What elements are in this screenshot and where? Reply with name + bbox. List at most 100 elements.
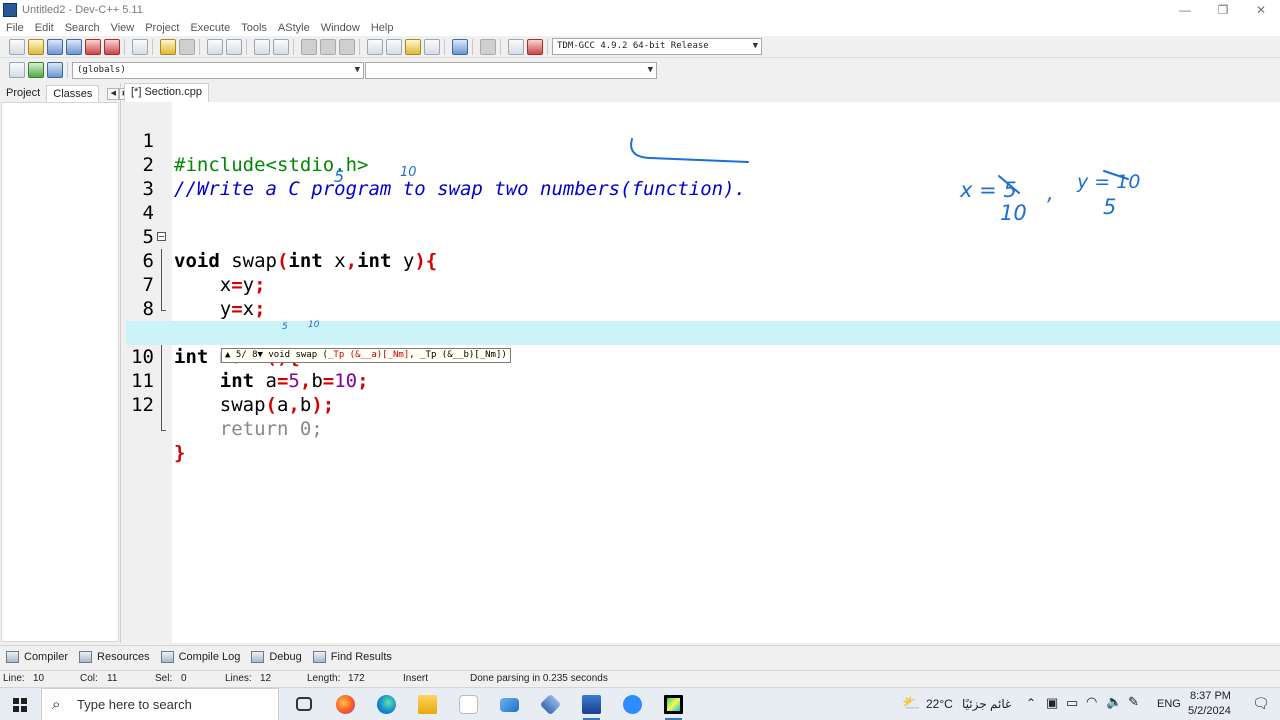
- signature-current-param: _Tp (&__a)[_Nm]: [327, 350, 410, 360]
- triangle-down-icon[interactable]: ▼: [258, 350, 263, 360]
- tab-section-cpp[interactable]: [*] Section.cpp: [124, 83, 209, 102]
- menu-view[interactable]: View: [105, 22, 140, 34]
- task-view-icon[interactable]: [284, 688, 325, 720]
- weather-icon[interactable]: ⛅: [902, 694, 921, 712]
- taskbar-apps: [284, 688, 694, 720]
- pycharm-icon[interactable]: [653, 688, 694, 720]
- clock-time[interactable]: 8:37 PM: [1190, 690, 1231, 702]
- profile-icon[interactable]: [508, 38, 524, 55]
- project-panel-tabs: Project Classes ◀ ▶: [0, 83, 132, 102]
- wifi-icon[interactable]: ◠: [1086, 694, 1097, 710]
- notification-icon[interactable]: 🗨: [1252, 695, 1270, 712]
- speaker-icon[interactable]: 🔈: [1106, 694, 1122, 710]
- toolbar-separator: [444, 38, 445, 55]
- microsoft-store-icon[interactable]: [448, 688, 489, 720]
- file-explorer-icon[interactable]: [407, 688, 448, 720]
- status-lines: 12: [260, 673, 272, 684]
- tab-compiler[interactable]: Compiler: [0, 650, 73, 663]
- pen-icon[interactable]: ✎: [1128, 694, 1139, 710]
- unindent-icon[interactable]: [320, 38, 336, 55]
- project-add-icon[interactable]: [386, 38, 402, 55]
- menu-search[interactable]: Search: [59, 22, 105, 34]
- project-new-icon[interactable]: [367, 38, 383, 55]
- delete-profile-icon[interactable]: [527, 38, 543, 55]
- firefox-icon[interactable]: [325, 688, 366, 720]
- code-text: }: [174, 442, 186, 464]
- code-line: 5 x=y;: [126, 201, 1280, 296]
- close-all-icon[interactable]: [104, 38, 120, 55]
- insert-icon[interactable]: [9, 62, 25, 78]
- tab-resources[interactable]: Resources: [73, 650, 155, 663]
- status-col: 11: [107, 673, 118, 684]
- chevron-left-icon[interactable]: ◀: [107, 88, 120, 100]
- chevron-up-icon[interactable]: ⌃: [1026, 696, 1036, 710]
- code-editor[interactable]: 1 #include<stdio.h> 2 //Write a C progra…: [126, 102, 1280, 643]
- menu-bar: File Edit Search View Project Execute To…: [0, 20, 1280, 36]
- clock-date[interactable]: 5/2/2024: [1188, 705, 1231, 717]
- battery-icon[interactable]: ▭: [1066, 695, 1078, 711]
- scope-select[interactable]: (globals) ▼: [72, 61, 364, 79]
- menu-file[interactable]: File: [0, 22, 29, 34]
- tab-classes[interactable]: Classes: [46, 85, 100, 102]
- start-button[interactable]: [0, 688, 40, 720]
- menu-astyle[interactable]: AStyle: [272, 22, 315, 34]
- devcpp-taskbar-icon[interactable]: [571, 688, 612, 720]
- weather-text[interactable]: غائم جزئيًا: [962, 697, 1011, 711]
- redo-icon[interactable]: [179, 38, 195, 55]
- indent-icon[interactable]: [301, 38, 317, 55]
- menu-execute[interactable]: Execute: [184, 22, 235, 34]
- status-col-label: Col:: [80, 673, 98, 684]
- weather-temp[interactable]: 22°C: [926, 697, 953, 711]
- menu-help[interactable]: Help: [365, 22, 399, 34]
- triangle-up-icon[interactable]: ▲: [225, 350, 230, 360]
- app-cube-icon[interactable]: [530, 688, 571, 720]
- toolbar-separator: [293, 38, 294, 55]
- toolbar-separator: [67, 62, 68, 78]
- window-title: Untitled2 - Dev-C++ 5.11: [22, 4, 143, 16]
- language-indicator[interactable]: ENG: [1157, 698, 1181, 710]
- zoom-icon[interactable]: [612, 688, 653, 720]
- goto-line-icon[interactable]: [254, 38, 270, 55]
- tab-compile-log[interactable]: Compile Log: [155, 650, 246, 663]
- toolbar-separator: [199, 38, 200, 55]
- maximize-button[interactable]: ❐: [1204, 0, 1242, 20]
- status-sel: 0: [181, 673, 187, 684]
- close-file-icon[interactable]: [85, 38, 101, 55]
- undo-icon[interactable]: [160, 38, 176, 55]
- goto-icon[interactable]: [28, 62, 44, 78]
- symbol-select[interactable]: ▼: [365, 61, 657, 79]
- save-icon[interactable]: [47, 38, 63, 55]
- tab-label: Compiler: [24, 650, 69, 663]
- menu-project[interactable]: Project: [139, 22, 184, 34]
- mail-icon[interactable]: [489, 688, 530, 720]
- replace-icon[interactable]: [226, 38, 242, 55]
- project-remove-icon[interactable]: [405, 38, 421, 55]
- project-options-icon[interactable]: [424, 38, 440, 55]
- compiler-select[interactable]: TDM-GCC 4.9.2 64-bit Release ▼: [552, 38, 762, 55]
- menu-edit[interactable]: Edit: [29, 22, 59, 34]
- minimize-button[interactable]: —: [1166, 0, 1204, 20]
- bookmark-icon[interactable]: [273, 38, 289, 55]
- tab-find-results[interactable]: Find Results: [307, 650, 397, 663]
- edge-icon[interactable]: [366, 688, 407, 720]
- toggle-comment-icon[interactable]: [339, 38, 355, 55]
- status-line-label: Line:: [3, 673, 25, 684]
- stop-execution-icon[interactable]: [480, 38, 496, 55]
- check-syntax-icon[interactable]: [452, 38, 468, 55]
- menu-tools[interactable]: Tools: [235, 22, 272, 34]
- open-file-icon[interactable]: [28, 38, 44, 55]
- new-file-icon[interactable]: [9, 38, 25, 55]
- code-line: 8 − int main(){: [126, 273, 1280, 368]
- find-icon[interactable]: [207, 38, 223, 55]
- tab-debug[interactable]: Debug: [245, 650, 306, 663]
- class-tree[interactable]: [1, 102, 119, 642]
- tab-project[interactable]: Project: [0, 85, 46, 102]
- taskbar-search[interactable]: ⌕ Type here to search: [41, 688, 279, 720]
- code-line: 9 int a=5,b=10;: [126, 297, 1280, 392]
- menu-window[interactable]: Window: [315, 22, 365, 34]
- save-all-icon[interactable]: [66, 38, 82, 55]
- class-browser-icon[interactable]: [47, 62, 63, 78]
- meet-now-icon[interactable]: ▣: [1046, 695, 1058, 711]
- close-button[interactable]: ✕: [1242, 0, 1280, 20]
- print-icon[interactable]: [132, 38, 148, 55]
